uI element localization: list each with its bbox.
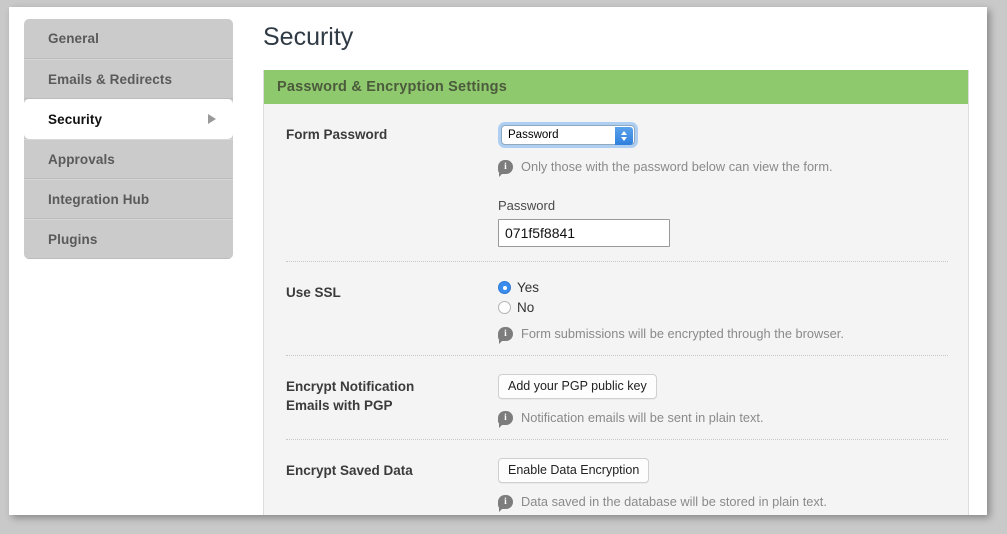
row-control-form-password: Password i Only those with the password … (498, 122, 948, 247)
settings-window: General Emails & Redirects Security Appr… (9, 7, 987, 515)
info-icon: i (498, 159, 513, 177)
page-title: Security (263, 23, 354, 51)
enable-data-encryption-button[interactable]: Enable Data Encryption (498, 458, 650, 483)
form-password-select-value: Password (508, 129, 559, 141)
row-control-encrypt-saved-data: Enable Data Encryption i Data saved in t… (498, 458, 948, 512)
row-control-pgp: Add your PGP public key i Notification e… (498, 374, 948, 428)
radio-option-no[interactable]: No (498, 300, 948, 315)
info-icon: i (498, 494, 513, 512)
radio-yes[interactable] (498, 281, 511, 294)
password-encryption-panel: Password & Encryption Settings Form Pass… (263, 70, 969, 515)
hint-text: Form submissions will be encrypted throu… (521, 326, 844, 341)
radio-yes-label: Yes (517, 280, 540, 295)
sidebar-item-label: Plugins (48, 232, 98, 247)
sidebar-item-general[interactable]: General (24, 19, 233, 59)
chevron-updown-icon[interactable] (615, 127, 633, 145)
settings-sidebar: General Emails & Redirects Security Appr… (24, 19, 233, 259)
sidebar-item-security[interactable]: Security (24, 99, 233, 139)
password-input[interactable] (498, 219, 670, 247)
radio-no[interactable] (498, 301, 511, 314)
row-encrypt-notification-emails: Encrypt Notification Emails with PGP Add… (286, 356, 948, 440)
form-password-select[interactable]: Password (501, 125, 635, 145)
row-label-pgp-line1: Encrypt Notification (286, 379, 415, 394)
hint-text: Data saved in the database will be store… (521, 494, 827, 509)
radio-no-label: No (517, 300, 535, 315)
row-label-form-password: Form Password (286, 127, 388, 142)
sidebar-item-label: Approvals (48, 152, 115, 167)
chevron-up-icon (621, 131, 627, 135)
sidebar-item-approvals[interactable]: Approvals (24, 139, 233, 179)
hint-form-password: i Only those with the password below can… (498, 159, 948, 177)
row-encrypt-saved-data: Encrypt Saved Data Enable Data Encryptio… (286, 440, 948, 515)
hint-pgp: i Notification emails will be sent in pl… (498, 410, 948, 428)
form-password-select-focus-ring: Password (498, 122, 638, 148)
hint-text: Only those with the password below can v… (521, 159, 833, 174)
sidebar-item-label: Integration Hub (48, 192, 150, 207)
radio-option-yes[interactable]: Yes (498, 280, 948, 295)
row-form-password: Form Password Password i Only those with… (286, 104, 948, 262)
password-field-block: Password (498, 198, 948, 247)
hint-text: Notification emails will be sent in plai… (521, 410, 764, 425)
main-content: Security Password & Encryption Settings … (251, 19, 977, 515)
chevron-down-icon (621, 137, 627, 141)
hint-use-ssl: i Form submissions will be encrypted thr… (498, 326, 948, 344)
sidebar-item-integration-hub[interactable]: Integration Hub (24, 179, 233, 219)
row-control-use-ssl: Yes No i Form submissions will be encryp… (498, 280, 948, 344)
sidebar-item-label: Security (48, 112, 103, 127)
row-label-pgp: Encrypt Notification Emails with PGP (286, 374, 498, 415)
row-label-pgp-line2: Emails with PGP (286, 398, 393, 413)
panel-header: Password & Encryption Settings (264, 70, 968, 104)
sidebar-item-label: Emails & Redirects (48, 72, 173, 87)
sidebar-item-plugins[interactable]: Plugins (24, 219, 233, 259)
row-label-encrypt-saved-data: Encrypt Saved Data (286, 463, 413, 478)
info-icon: i (498, 410, 513, 428)
info-icon: i (498, 326, 513, 344)
panel-body: Form Password Password i Only those with… (264, 104, 968, 515)
hint-saved-data: i Data saved in the database will be sto… (498, 494, 948, 512)
sidebar-item-label: General (48, 31, 99, 46)
triangle-right-icon (208, 114, 216, 124)
password-field-label: Password (498, 198, 556, 213)
sidebar-item-emails-redirects[interactable]: Emails & Redirects (24, 59, 233, 99)
row-use-ssl: Use SSL Yes No i Form submissions will b… (286, 262, 948, 356)
row-label-use-ssl: Use SSL (286, 285, 341, 300)
add-pgp-public-key-button[interactable]: Add your PGP public key (498, 374, 657, 399)
